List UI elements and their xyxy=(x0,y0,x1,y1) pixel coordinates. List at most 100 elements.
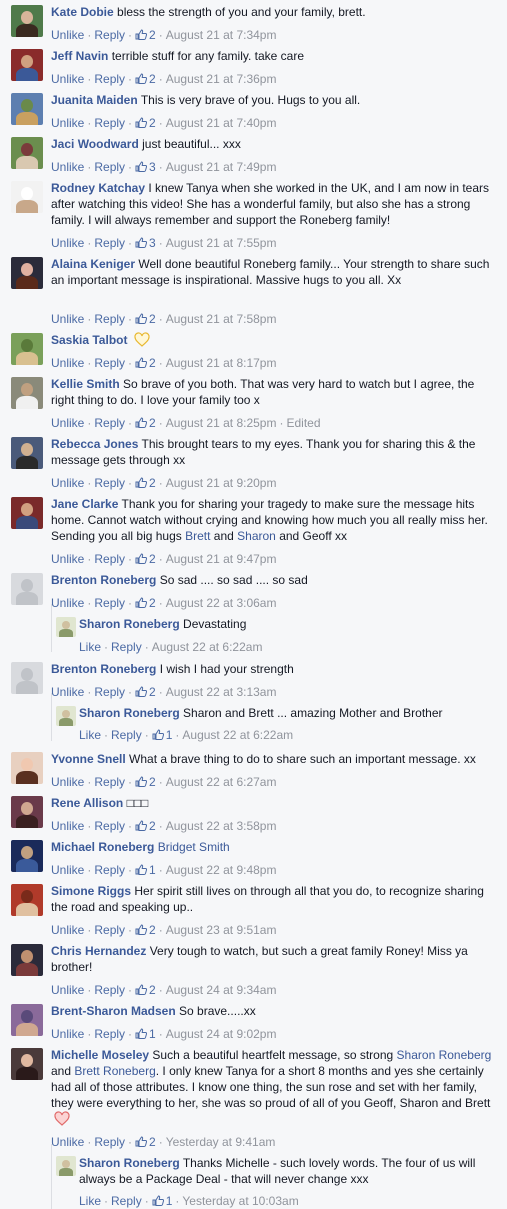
timestamp-link[interactable]: August 21 at 9:20pm xyxy=(166,476,277,490)
reply-link[interactable]: Reply xyxy=(94,863,125,877)
timestamp-link[interactable]: Yesterday at 10:03am xyxy=(182,1194,298,1208)
like-count[interactable]: 2 xyxy=(135,116,156,130)
like-count-number[interactable]: 2 xyxy=(149,596,156,610)
avatar[interactable] xyxy=(11,662,43,694)
avatar[interactable] xyxy=(11,437,43,469)
avatar[interactable] xyxy=(11,257,43,289)
timestamp-link[interactable]: August 22 at 3:13am xyxy=(166,685,277,699)
like-count[interactable]: 2 xyxy=(135,983,156,997)
like-count[interactable]: 2 xyxy=(135,923,156,937)
reply-link[interactable]: Reply xyxy=(94,983,125,997)
avatar[interactable] xyxy=(56,617,76,637)
avatar[interactable] xyxy=(11,796,43,828)
like-count-number[interactable]: 2 xyxy=(149,552,156,566)
like-count[interactable]: 2 xyxy=(135,356,156,370)
like-count-number[interactable]: 2 xyxy=(149,116,156,130)
like-count-number[interactable]: 2 xyxy=(149,312,156,326)
unlike-link[interactable]: Unlike xyxy=(51,923,84,937)
like-count-number[interactable]: 2 xyxy=(149,476,156,490)
reply-link[interactable]: Reply xyxy=(111,1194,142,1208)
reply-link[interactable]: Reply xyxy=(94,1027,125,1041)
author-name-link[interactable]: Sharon Roneberg xyxy=(79,706,180,720)
reply-link[interactable]: Reply xyxy=(94,312,125,326)
like-count[interactable]: 2 xyxy=(135,685,156,699)
reply-link[interactable]: Reply xyxy=(94,416,125,430)
avatar[interactable] xyxy=(11,49,43,81)
timestamp-link[interactable]: August 21 at 7:36pm xyxy=(166,72,277,86)
avatar[interactable] xyxy=(11,752,43,784)
like-count[interactable]: 3 xyxy=(135,236,156,250)
like-count[interactable]: 2 xyxy=(135,312,156,326)
author-name-link[interactable]: Kellie Smith xyxy=(51,377,120,391)
like-count-number[interactable]: 2 xyxy=(149,72,156,86)
author-name-link[interactable]: Brent-Sharon Madsen xyxy=(51,1004,176,1018)
author-name-link[interactable]: Brenton Roneberg xyxy=(51,573,156,587)
like-count[interactable]: 2 xyxy=(135,775,156,789)
like-count[interactable]: 2 xyxy=(135,819,156,833)
like-count-number[interactable]: 2 xyxy=(149,28,156,42)
like-count[interactable]: 2 xyxy=(135,28,156,42)
unlike-link[interactable]: Unlike xyxy=(51,416,84,430)
author-name-link[interactable]: Alaina Keniger xyxy=(51,257,135,271)
like-link[interactable]: Like xyxy=(79,640,101,654)
reply-link[interactable]: Reply xyxy=(94,1135,125,1149)
timestamp-link[interactable]: August 22 at 3:06am xyxy=(166,596,277,610)
reply-link[interactable]: Reply xyxy=(94,72,125,86)
reply-link[interactable]: Reply xyxy=(94,685,125,699)
avatar[interactable] xyxy=(11,573,43,605)
like-count[interactable]: 2 xyxy=(135,72,156,86)
reply-link[interactable]: Reply xyxy=(111,640,142,654)
timestamp-link[interactable]: August 22 at 9:48pm xyxy=(166,863,277,877)
unlike-link[interactable]: Unlike xyxy=(51,116,84,130)
unlike-link[interactable]: Unlike xyxy=(51,775,84,789)
author-name-link[interactable]: Jaci Woodward xyxy=(51,137,139,151)
unlike-link[interactable]: Unlike xyxy=(51,72,84,86)
reply-link[interactable]: Reply xyxy=(94,28,125,42)
like-count[interactable]: 2 xyxy=(135,476,156,490)
mention-link[interactable]: Brett xyxy=(185,529,210,543)
avatar[interactable] xyxy=(11,944,43,976)
like-count-number[interactable]: 2 xyxy=(149,775,156,789)
like-count[interactable]: 1 xyxy=(152,728,172,742)
avatar[interactable] xyxy=(11,333,43,365)
like-count[interactable]: 1 xyxy=(135,1027,156,1041)
author-name-link[interactable]: Juanita Maiden xyxy=(51,93,138,107)
author-name-link[interactable]: Rodney Katchay xyxy=(51,181,145,195)
timestamp-link[interactable]: August 21 at 7:58pm xyxy=(166,312,277,326)
like-link[interactable]: Like xyxy=(79,728,101,742)
avatar[interactable] xyxy=(56,1156,76,1176)
unlike-link[interactable]: Unlike xyxy=(51,476,84,490)
author-name-link[interactable]: Michael Roneberg xyxy=(51,840,154,854)
timestamp-link[interactable]: August 22 at 6:22am xyxy=(152,640,263,654)
like-count-number[interactable]: 1 xyxy=(149,1027,156,1041)
reply-link[interactable]: Reply xyxy=(94,116,125,130)
avatar[interactable] xyxy=(11,181,43,213)
like-count-number[interactable]: 1 xyxy=(149,863,156,877)
timestamp-link[interactable]: August 21 at 7:34pm xyxy=(166,28,277,42)
avatar[interactable] xyxy=(11,93,43,125)
like-count[interactable]: 2 xyxy=(135,596,156,610)
avatar[interactable] xyxy=(11,1048,43,1080)
avatar[interactable] xyxy=(11,1004,43,1036)
reply-link[interactable]: Reply xyxy=(94,476,125,490)
unlike-link[interactable]: Unlike xyxy=(51,1135,84,1149)
like-count[interactable]: 3 xyxy=(135,160,156,174)
author-name-link[interactable]: Jeff Navin xyxy=(51,49,108,63)
unlike-link[interactable]: Unlike xyxy=(51,160,84,174)
like-count-number[interactable]: 2 xyxy=(149,923,156,937)
author-name-link[interactable]: Saskia Talbot xyxy=(51,333,127,347)
mention-link[interactable]: Brett Roneberg xyxy=(74,1064,155,1078)
author-name-link[interactable]: Yvonne Snell xyxy=(51,752,126,766)
timestamp-link[interactable]: August 21 at 8:25pm xyxy=(166,416,277,430)
timestamp-link[interactable]: August 22 at 6:22am xyxy=(182,728,293,742)
timestamp-link[interactable]: August 21 at 9:47pm xyxy=(166,552,277,566)
timestamp-link[interactable]: August 24 at 9:02pm xyxy=(166,1027,277,1041)
like-count[interactable]: 1 xyxy=(135,863,156,877)
timestamp-link[interactable]: August 22 at 6:27am xyxy=(166,775,277,789)
timestamp-link[interactable]: August 23 at 9:51am xyxy=(166,923,277,937)
like-count-number[interactable]: 2 xyxy=(149,356,156,370)
unlike-link[interactable]: Unlike xyxy=(51,312,84,326)
like-count-number[interactable]: 3 xyxy=(149,160,156,174)
reply-link[interactable]: Reply xyxy=(94,552,125,566)
author-name-link[interactable]: Kate Dobie xyxy=(51,5,114,19)
